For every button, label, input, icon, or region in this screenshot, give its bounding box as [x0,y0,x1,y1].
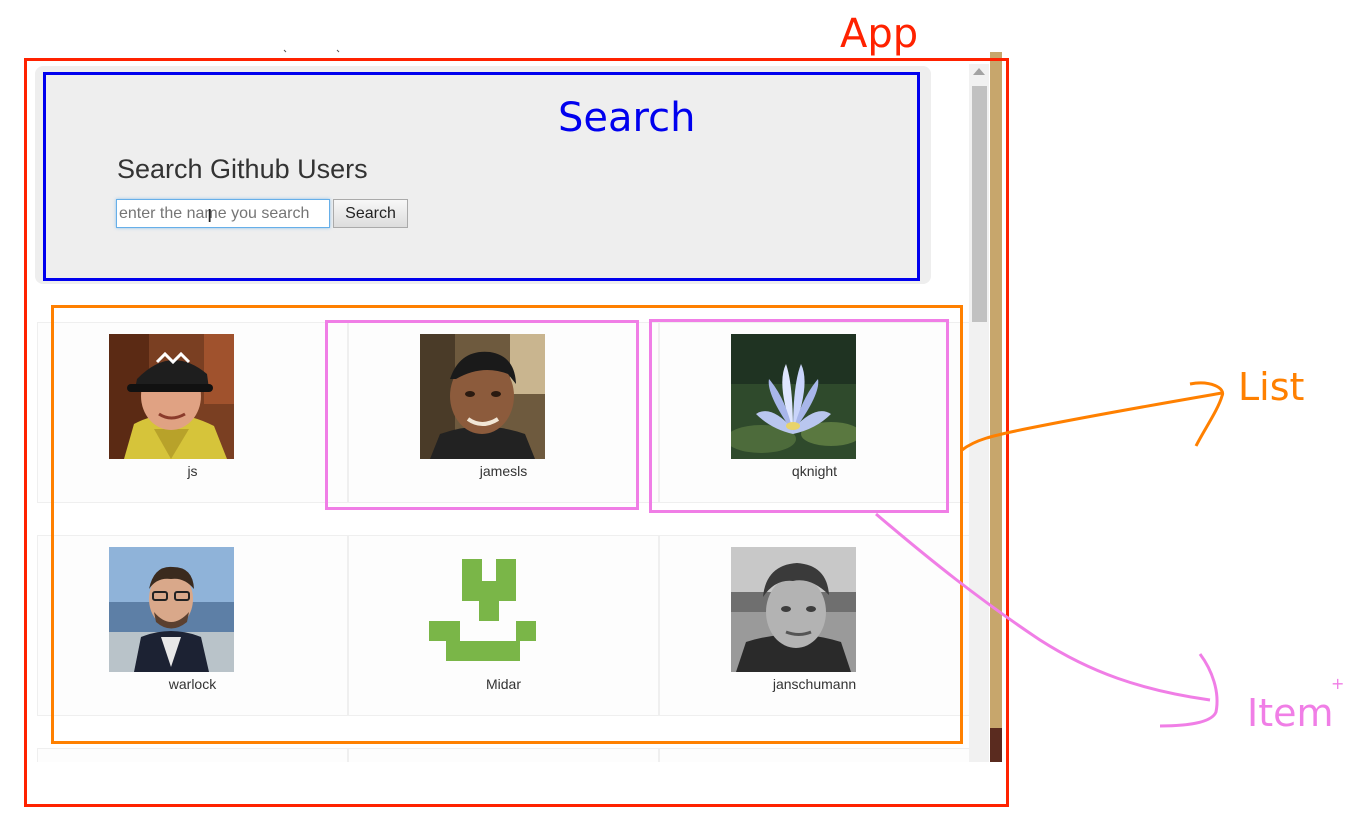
item-annotation-label: Item [1247,691,1334,735]
app-annotation-label: App [840,11,919,57]
list-annotation-label: List [1238,365,1305,409]
plus-mark: + [1331,674,1345,693]
search-annotation-label: Search [558,95,696,141]
